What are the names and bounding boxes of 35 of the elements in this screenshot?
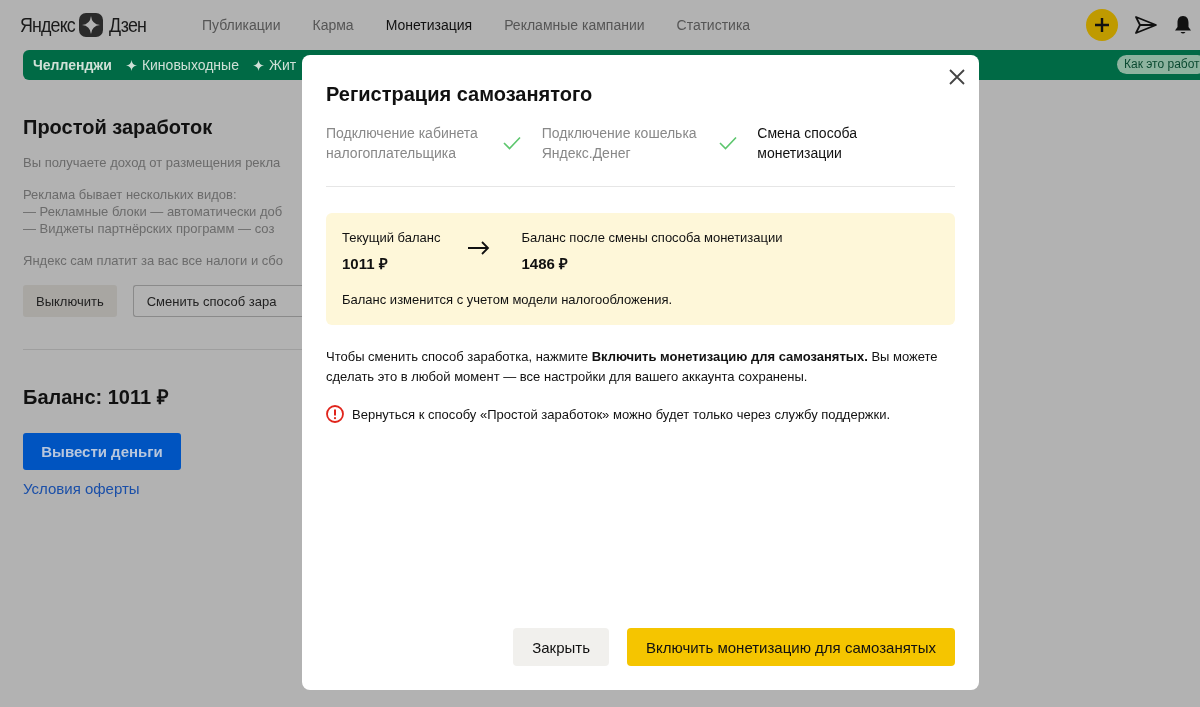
nav-item[interactable]: Публикации — [202, 17, 281, 33]
description-text: Вы получаете доход от размещения рекла — [23, 154, 282, 171]
nav-item[interactable]: Статистика — [676, 17, 751, 33]
nav-item[interactable]: Монетизация — [385, 17, 473, 33]
step-label: Подключение кабинета налогоплательщика — [326, 124, 479, 163]
offer-link[interactable]: Условия оферты — [23, 480, 140, 497]
nav-item[interactable]: Карма — [312, 17, 354, 33]
withdraw-button[interactable]: Вывести деньги — [23, 433, 181, 470]
description-text: — Виджеты партнёрских программ — соз — [23, 220, 276, 237]
description-text: Реклама бывает нескольких видов: — [23, 186, 238, 203]
logo-text[interactable]: Яндекс — [20, 13, 75, 37]
balance-note: Баланс изменится с учетом модели налогообложения. — [342, 292, 674, 307]
description-text: — Рекламные блоки — автоматически доб — [23, 203, 284, 220]
page-title: Простой заработок — [23, 116, 214, 139]
close-button[interactable]: Закрыть — [513, 628, 609, 666]
balance-text: Баланс: 1011 ₽ — [23, 385, 170, 410]
modal-title: Регистрация самозанятого — [326, 83, 594, 106]
balance-value: 1486 ₽ — [521, 254, 570, 273]
banner-title: Челленджи — [33, 57, 112, 73]
change-method-button[interactable]: Сменить способ зара — [132, 285, 302, 317]
description-text: Яндекс сам платит за вас все налоги и сбо — [23, 252, 284, 269]
balance-label: Баланс после смены способа монетизации — [521, 230, 783, 245]
help-link[interactable]: Как это работ — [1117, 55, 1200, 74]
banner-tag[interactable]: Жит — [252, 57, 297, 73]
banner-tag[interactable]: Киновыходные — [125, 57, 239, 73]
logo-text[interactable]: Дзен — [108, 13, 146, 37]
balance-value: 1011 ₽ — [342, 254, 389, 273]
disable-button[interactable]: Выключить — [23, 285, 117, 317]
nav-item[interactable]: Рекламные кампании — [504, 17, 645, 33]
enable-button[interactable]: Включить монетизацию для самозанятых — [627, 628, 955, 666]
balance-label: Текущий баланс — [342, 230, 441, 245]
step-label: Подключение кошелька Яндекс.Денег — [541, 124, 698, 163]
instructions-text: Чтобы сменить способ заработка, нажмите Включить монетизацию для самозанятых. Вы можете сделать это в любой момент — все настройки для вашего аккаунта сохранены. — [326, 348, 939, 386]
step-label: Смена способа монетизации — [757, 124, 859, 163]
warning-text: Вернуться к способу «Простой заработок» можно будет только через службу поддержки. — [352, 406, 891, 422]
